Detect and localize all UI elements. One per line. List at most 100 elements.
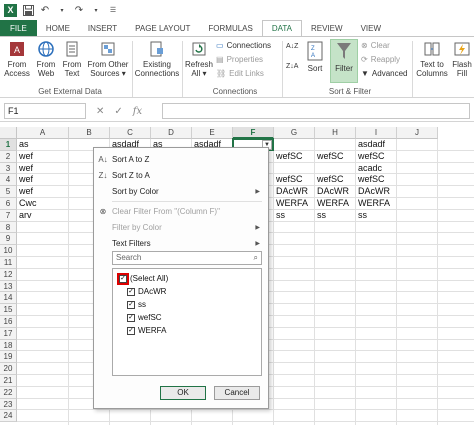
cell-i4[interactable]: wefSC	[356, 174, 385, 186]
tab-review[interactable]: REVIEW	[302, 20, 352, 36]
cell-a1[interactable]: as	[17, 139, 29, 151]
cell-a6[interactable]: Cwc	[17, 198, 37, 210]
cell-a5[interactable]: wef	[17, 186, 33, 198]
cell-a3[interactable]: wef	[17, 163, 33, 175]
checkbox-checked-icon[interactable]: ✓	[127, 287, 135, 296]
flash-fill-button[interactable]: Flash Fill	[450, 40, 474, 78]
list-item[interactable]: ✓ WERFA	[127, 325, 166, 336]
connections-button[interactable]: ▭ Connections	[216, 41, 271, 50]
row-header-21[interactable]: 21	[0, 375, 17, 387]
cell-h5[interactable]: DAcWR	[315, 186, 349, 198]
text-to-columns-button[interactable]: Text to Columns	[414, 40, 450, 78]
checkbox-checked-icon[interactable]: ✓	[127, 313, 135, 322]
redo-icon[interactable]: ↷	[73, 4, 85, 16]
row-header-1[interactable]: 1	[0, 139, 17, 151]
sort-z-to-a-item[interactable]: Z↓ Sort Z to A	[94, 167, 268, 183]
column-header-g[interactable]: G	[274, 127, 315, 139]
row-header-5[interactable]: 5	[0, 186, 17, 198]
reapply-button[interactable]: ⟳ Reapply	[361, 55, 400, 64]
from-web-button[interactable]: From Web	[33, 40, 59, 78]
cell-h4[interactable]: wefSC	[315, 174, 344, 186]
cell-a7[interactable]: arv	[17, 210, 32, 222]
advanced-button[interactable]: ▼ Advanced	[361, 69, 408, 78]
row-header-7[interactable]: 7	[0, 209, 17, 222]
sort-by-color-item[interactable]: Sort by Color ▶	[94, 183, 268, 199]
tab-data[interactable]: DATA	[261, 20, 302, 36]
column-header-a[interactable]: A	[17, 127, 69, 139]
row-header-20[interactable]: 20	[0, 363, 17, 375]
ok-button[interactable]: OK	[160, 386, 206, 400]
row-header-18[interactable]: 18	[0, 339, 17, 352]
cell-g6[interactable]: WERFA	[274, 198, 308, 210]
insert-function-icon[interactable]: fx	[133, 106, 142, 117]
row-header-4[interactable]: 4	[0, 174, 17, 187]
cell-g2[interactable]: wefSC	[274, 151, 303, 163]
checkbox-checked-icon[interactable]: ✓	[127, 326, 135, 335]
sort-button[interactable]: ZA Sort	[302, 40, 328, 73]
cancel-button[interactable]: Cancel	[214, 386, 260, 400]
checkbox-checked-icon[interactable]: ✓	[127, 300, 135, 309]
filter-search-input[interactable]: Search ⌕	[112, 251, 262, 265]
row-header-15[interactable]: 15	[0, 304, 17, 316]
cell-h6[interactable]: WERFA	[315, 198, 349, 210]
formula-input[interactable]	[162, 103, 470, 119]
from-text-button[interactable]: From Text	[59, 40, 85, 78]
row-header-11[interactable]: 11	[0, 257, 17, 269]
list-item[interactable]: ✓ ss	[127, 299, 146, 310]
list-item-select-all[interactable]: ✓ (Select All)	[117, 272, 168, 285]
cell-g5[interactable]: DAcWR	[274, 186, 308, 198]
cell-i2[interactable]: wefSC	[356, 151, 385, 163]
sort-a-to-z-item[interactable]: A↓ Sort A to Z	[94, 151, 268, 167]
sort-za-small-button[interactable]: Z↓A	[286, 63, 298, 70]
row-header-24[interactable]: 24	[0, 410, 17, 423]
sort-az-small-button[interactable]: A↓Z	[286, 43, 298, 50]
tab-home[interactable]: HOME	[37, 20, 79, 36]
cell-a4[interactable]: wef	[17, 174, 33, 186]
from-other-sources-button[interactable]: From Other Sources ▾	[86, 40, 130, 78]
row-header-9[interactable]: 9	[0, 233, 17, 246]
row-header-19[interactable]: 19	[0, 351, 17, 364]
checkbox-checked-icon[interactable]: ✓	[117, 272, 129, 285]
filter-values-list[interactable]: ✓ (Select All) ✓ DAcWR ✓ ss ✓ wefSC ✓ WERFA	[112, 268, 262, 376]
column-header-c[interactable]: C	[110, 127, 151, 139]
existing-connections-button[interactable]: Existing Connections	[133, 40, 181, 78]
undo-dropdown-icon[interactable]: ▾	[56, 4, 68, 16]
filter-button-content[interactable]: Filter	[330, 40, 358, 73]
save-icon[interactable]	[22, 4, 34, 16]
column-header-h[interactable]: H	[315, 127, 356, 139]
column-header-j[interactable]: J	[397, 127, 438, 139]
tab-formulas[interactable]: FORMULAS	[199, 20, 261, 36]
row-header-13[interactable]: 13	[0, 280, 17, 293]
row-header-8[interactable]: 8	[0, 221, 17, 234]
cell-i3[interactable]: acadc	[356, 163, 382, 175]
column-header-i[interactable]: I	[356, 127, 397, 139]
row-header-22[interactable]: 22	[0, 386, 17, 399]
cancel-icon[interactable]: ✕	[96, 106, 104, 117]
from-access-button[interactable]: A From Access	[2, 40, 32, 78]
customize-toolbar-icon[interactable]: ☰	[107, 4, 119, 16]
list-item[interactable]: ✓ DAcWR	[127, 286, 166, 297]
row-header-12[interactable]: 12	[0, 268, 17, 281]
cell-h7[interactable]: ss	[315, 210, 326, 222]
enter-icon[interactable]: ✓	[114, 106, 122, 117]
name-box[interactable]: F1	[4, 103, 86, 119]
cell-h2[interactable]: wefSC	[315, 151, 344, 163]
cell-i1[interactable]: asdadf	[356, 139, 385, 151]
column-header-e[interactable]: E	[192, 127, 233, 139]
row-header-3[interactable]: 3	[0, 162, 17, 175]
clear-filter-item[interactable]: ⊗ Clear Filter From "(Column F)"	[94, 203, 268, 219]
cell-g4[interactable]: wefSC	[274, 174, 303, 186]
row-header-2[interactable]: 2	[0, 150, 17, 163]
cell-g7[interactable]: ss	[274, 210, 285, 222]
properties-button[interactable]: ▤ Properties	[216, 55, 263, 64]
tab-view[interactable]: VIEW	[352, 20, 390, 36]
cell-i5[interactable]: DAcWR	[356, 186, 390, 198]
clear-button[interactable]: ⊗ Clear	[361, 41, 390, 50]
filter-by-color-item[interactable]: Filter by Color ▶	[94, 219, 268, 235]
row-header-17[interactable]: 17	[0, 327, 17, 340]
text-filters-item[interactable]: Text Filters ▶	[94, 235, 268, 251]
list-item[interactable]: ✓ wefSC	[127, 312, 162, 323]
refresh-all-button[interactable]: Refresh All ▾	[184, 40, 214, 78]
cell-a2[interactable]: wef	[17, 151, 33, 163]
select-all-corner[interactable]	[0, 127, 17, 139]
